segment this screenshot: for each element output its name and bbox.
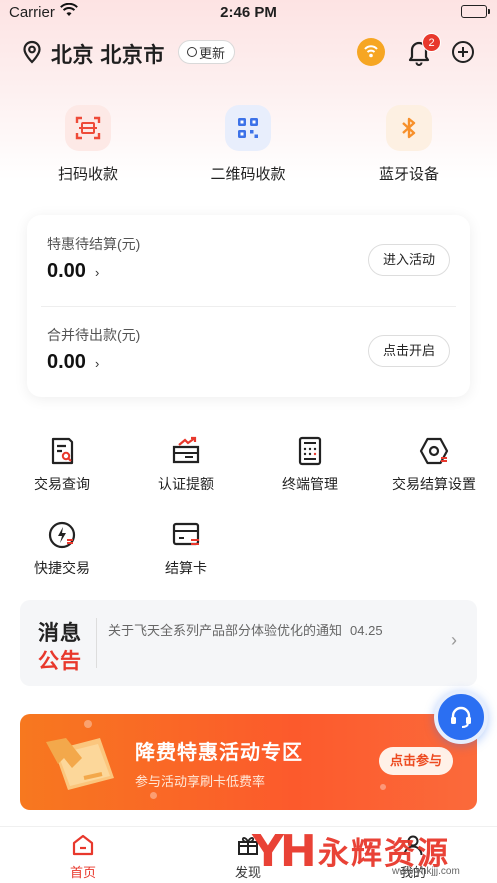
merged-payout-title: 合并待出款(元) [47,327,141,343]
location-pin-icon[interactable] [22,40,42,69]
scan-collect-button[interactable]: 扫码收款 [28,105,148,184]
watermark-logo: YH [252,826,317,877]
notice-heading-top: 消息 [38,622,82,645]
tab-label: 首页 [69,865,96,880]
scan-icon [65,105,111,151]
notice-heading-bottom: 公告 [38,650,82,673]
status-bar: Carrier 2:46 PM [0,0,497,24]
scan-collect-label: 扫码收款 [57,166,118,183]
clock: 2:46 PM [220,4,277,21]
refresh-label: 更新 [199,45,226,61]
click-open-button[interactable]: 点击开启 [367,335,450,367]
notice-separator [96,618,97,668]
settlement-settings-icon [419,436,449,466]
notice-bar[interactable]: 消息 公告 关于飞天全系列产品部分体验优化的通知 04.25 › [20,600,477,686]
promo-banner[interactable]: 降费特惠活动专区 参与活动享刷卡低费率 点击参与 [20,714,477,810]
notice-text: 关于飞天全系列产品部分体验优化的通知 [108,623,343,638]
enter-activity-button[interactable]: 进入活动 [367,244,450,276]
shield-icon[interactable] [357,38,385,66]
refresh-location-button[interactable]: 更新 [178,40,236,64]
bluetooth-icon [386,105,432,151]
qrcode-collect-button[interactable]: 二维码收款 [188,105,308,184]
notification-button[interactable]: 2 [406,33,441,68]
service-label: 认证提额 [158,476,214,492]
join-promo-button[interactable]: 点击参与 [378,747,453,775]
plus-circle-icon[interactable] [451,40,475,64]
header: 北京 北京市 更新 2 [0,33,497,70]
chevron-right-icon[interactable]: › [95,265,99,280]
merged-payout-amount[interactable]: 0.00 [47,351,86,374]
promo-title: 降费特惠活动专区 [135,742,303,764]
chevron-right-icon: › [451,630,457,650]
tab-home[interactable]: 首页 [43,833,123,881]
watermark-url: www.yhkjjj.com [392,866,460,877]
service-label: 快捷交易 [34,560,90,576]
balance-card: 特惠待结算(元) 0.00 › 进入活动 合并待出款(元) 0.00 › 点击开… [27,215,470,397]
battery-icon [461,5,490,18]
service-quick-trade[interactable]: 快捷交易 [0,520,124,578]
service-terminal-management[interactable]: 终端管理 [248,436,372,494]
bluetooth-device-button[interactable]: 蓝牙设备 [349,105,469,184]
service-label: 交易查询 [34,476,90,492]
quick-actions: 扫码收款 二维码收款 蓝牙设备 [0,105,497,185]
transaction-search-icon [47,436,77,466]
decor-dot [380,784,386,790]
watermark: YH 永辉资源网 www.yhkjjj.com [252,826,482,883]
merged-payout-row: 合并待出款(元) 0.00 › 点击开启 [27,306,470,397]
notice-date: 04.25 [350,623,383,638]
service-settlement-card[interactable]: 结算卡 [124,520,248,578]
service-label: 交易结算设置 [392,476,476,492]
city-name[interactable]: 北京 北京市 [51,39,165,69]
promo-subtitle: 参与活动享刷卡低费率 [135,774,266,789]
quick-trade-icon [47,520,77,550]
credit-increase-icon [171,436,201,466]
special-settlement-amount[interactable]: 0.00 [47,260,86,283]
home-icon [71,833,95,857]
headset-icon [451,706,471,728]
service-label: 结算卡 [165,560,207,576]
notice-text-line: 关于飞天全系列产品部分体验优化的通知 04.25 [108,620,383,639]
service-credit-increase[interactable]: 认证提额 [124,436,248,494]
settlement-card-icon [171,520,201,550]
qrcode-collect-label: 二维码收款 [210,166,286,183]
service-settlement-settings[interactable]: 交易结算设置 [372,436,496,494]
terminal-icon [295,436,325,466]
service-label: 终端管理 [282,476,338,492]
service-transaction-search[interactable]: 交易查询 [0,436,124,494]
qrcode-icon [225,105,271,151]
chevron-right-icon[interactable]: › [95,356,99,371]
bluetooth-device-label: 蓝牙设备 [378,166,439,183]
customer-service-button[interactable] [434,690,488,744]
special-settlement-title: 特惠待结算(元) [47,236,141,252]
special-settlement-row: 特惠待结算(元) 0.00 › 进入活动 [27,215,470,306]
card-illustration-icon [44,724,124,807]
notification-badge: 2 [422,33,441,52]
decor-dot [150,792,157,799]
refresh-icon [187,47,197,57]
